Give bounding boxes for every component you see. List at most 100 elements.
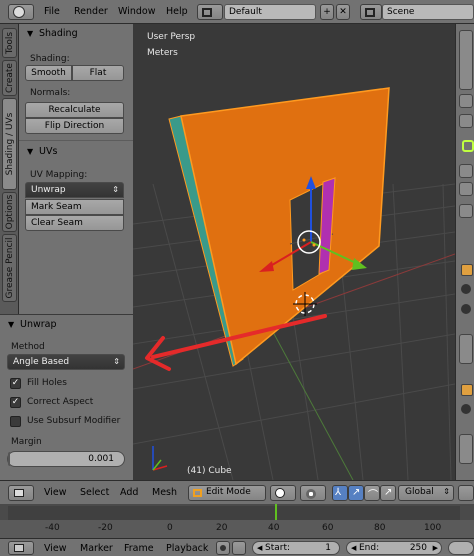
tick-label: 40 xyxy=(268,523,280,533)
timeline-header: View Marker Frame Playback ◀ Start: 1 ◀ … xyxy=(0,538,474,556)
shading-select[interactable] xyxy=(270,485,296,501)
3d-view-header: View Select Add Mesh Edit Mode ⅄ ↗ ⌒ ↗ G… xyxy=(0,480,474,504)
rotate-icon: ⌒ xyxy=(368,490,378,501)
selected-vertex xyxy=(312,243,316,247)
orientation-select[interactable]: Global ⇕ xyxy=(398,485,454,501)
panel-button[interactable] xyxy=(459,182,473,196)
tab-grease-pencil[interactable]: Grease Pencil xyxy=(2,234,17,302)
smooth-button[interactable]: Smooth xyxy=(25,65,72,81)
menu-mesh[interactable]: Mesh xyxy=(152,487,177,498)
timeline-icon xyxy=(14,544,24,552)
editor-type-button[interactable] xyxy=(8,485,34,501)
current-frame-field[interactable] xyxy=(448,541,474,555)
menu-frame[interactable]: Frame xyxy=(124,543,154,554)
menu-playback[interactable]: Playback xyxy=(166,543,208,554)
add-layout-icon[interactable]: + xyxy=(320,4,334,20)
flat-button[interactable]: Flat xyxy=(72,65,124,81)
layout-browse-button[interactable] xyxy=(197,4,223,20)
pivot-icon xyxy=(306,489,316,499)
timeline-track xyxy=(8,506,460,520)
panel-button[interactable] xyxy=(459,204,473,218)
layer-icon[interactable] xyxy=(461,384,473,396)
menu-help[interactable]: Help xyxy=(166,6,188,17)
layout-field[interactable]: Default xyxy=(224,4,316,20)
radio-icon[interactable] xyxy=(461,304,471,314)
properties-panel[interactable] xyxy=(455,24,474,480)
tab-create[interactable]: Create xyxy=(2,60,17,96)
margin-label: Margin xyxy=(11,437,42,447)
menu-add[interactable]: Add xyxy=(120,487,138,498)
manipulator-toggle[interactable]: ⅄ xyxy=(332,485,348,501)
panel-button[interactable] xyxy=(459,114,473,128)
layout-grid-icon xyxy=(202,8,212,17)
scene-browse-button[interactable] xyxy=(360,4,382,20)
mark-seam-button[interactable]: Mark Seam xyxy=(25,199,124,215)
fill-holes-checkbox[interactable]: ✓ xyxy=(10,378,21,389)
layer-icon[interactable] xyxy=(461,264,473,276)
tick-label: 60 xyxy=(322,523,334,533)
range-toggle[interactable] xyxy=(232,541,246,555)
correct-aspect-checkbox[interactable]: ✓ xyxy=(10,397,21,408)
shading-panel-header[interactable]: ▼ Shading xyxy=(19,24,133,44)
clear-seam-button[interactable]: Clear Seam xyxy=(25,215,124,231)
method-select[interactable]: Angle Based ⇕ xyxy=(7,354,125,370)
collapse-triangle-icon: ▼ xyxy=(8,320,15,329)
scene-field[interactable]: Scene xyxy=(382,4,474,20)
menu-window[interactable]: Window xyxy=(118,6,155,17)
menu-render[interactable]: Render xyxy=(74,6,108,17)
updown-arrows-icon: ⇕ xyxy=(112,185,119,194)
fill-holes-label: Fill Holes xyxy=(27,378,67,388)
record-button[interactable] xyxy=(216,541,230,555)
menu-view[interactable]: View xyxy=(44,543,67,554)
units-label: Meters xyxy=(147,48,178,58)
updown-arrows-icon: ⇕ xyxy=(443,487,450,496)
timeline-ruler[interactable]: -40 -20 0 20 40 60 80 100 xyxy=(0,520,474,538)
margin-slider[interactable]: 0.001 xyxy=(7,451,125,467)
menu-view[interactable]: View xyxy=(44,487,67,498)
tab-tools[interactable]: Tools xyxy=(2,28,17,58)
scale-toggle[interactable]: ↗ xyxy=(380,485,396,501)
mode-select[interactable]: Edit Mode xyxy=(188,485,266,501)
translate-icon: ↗ xyxy=(352,487,361,498)
rotate-toggle[interactable]: ⌒ xyxy=(364,485,380,501)
record-icon xyxy=(220,545,226,551)
active-tool-icon[interactable] xyxy=(462,140,474,152)
uvs-panel-header[interactable]: ▼ UVs xyxy=(19,142,133,162)
panel-button[interactable] xyxy=(459,94,473,108)
panel-button[interactable] xyxy=(459,164,473,178)
tab-shading-uvs[interactable]: Shading / UVs xyxy=(2,98,17,190)
editor-type-button[interactable] xyxy=(8,541,34,555)
panel-field[interactable] xyxy=(459,334,473,364)
menu-select[interactable]: Select xyxy=(80,487,109,498)
tick-label: 80 xyxy=(374,523,386,533)
unwrap-menu-button[interactable]: Unwrap ⇕ xyxy=(25,182,124,198)
menu-file[interactable]: File xyxy=(44,6,60,17)
translate-toggle[interactable]: ↗ xyxy=(348,485,364,501)
close-layout-icon[interactable]: ✕ xyxy=(336,4,350,20)
editor-type-button[interactable] xyxy=(8,4,34,20)
use-subsurf-label: Use Subsurf Modifier xyxy=(27,416,121,426)
panel-divider xyxy=(19,140,133,141)
panel-field[interactable] xyxy=(459,434,473,464)
menu-marker[interactable]: Marker xyxy=(80,543,113,554)
collapse-triangle-icon: ▼ xyxy=(27,147,34,156)
panel-field[interactable] xyxy=(459,30,473,90)
tab-options[interactable]: Options xyxy=(2,192,17,232)
radio-icon[interactable] xyxy=(461,284,471,294)
pivot-select[interactable] xyxy=(300,485,326,501)
unwrap-panel-header[interactable]: ▼ Unwrap xyxy=(0,315,133,335)
use-subsurf-checkbox[interactable] xyxy=(10,416,21,427)
operator-panel: ▼ Unwrap Method Angle Based ⇕ ✓ Fill Hol… xyxy=(0,314,133,480)
recalculate-button[interactable]: Recalculate xyxy=(25,102,124,118)
margin-slider-fill xyxy=(8,452,10,466)
3d-viewport[interactable]: User Persp Meters (41) Cube xyxy=(133,24,455,480)
tool-shelf: ▼ Shading Shading: Smooth Flat Normals: … xyxy=(19,24,133,314)
layers-button[interactable] xyxy=(458,485,474,501)
start-frame-field[interactable]: ◀ Start: 1 xyxy=(252,541,340,555)
tick-label: -20 xyxy=(98,523,113,533)
selected-vertex xyxy=(302,238,306,242)
end-frame-field[interactable]: ◀ End: 250 ▶ xyxy=(346,541,442,555)
radio-icon[interactable] xyxy=(461,404,471,414)
manipulator-icon: ⅄ xyxy=(335,487,342,498)
flip-direction-button[interactable]: Flip Direction xyxy=(25,118,124,134)
